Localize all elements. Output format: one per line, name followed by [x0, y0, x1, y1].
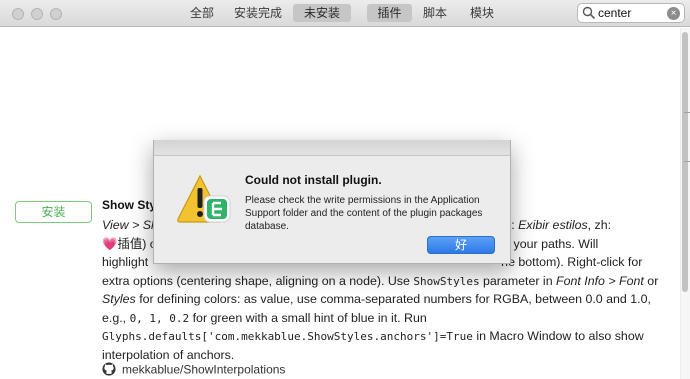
ok-button[interactable]: 好 — [427, 236, 495, 254]
description-text: in Macro Window to also show — [472, 329, 644, 343]
repository-name[interactable]: mekkablue/ShowInterpolations — [122, 363, 285, 377]
description-line: e.g., 0, 1, 0.2 for green with a small h… — [102, 309, 677, 328]
description-line: extra options (centering shape, aligning… — [102, 272, 677, 291]
zoom-window-button[interactable] — [50, 8, 62, 20]
filter-tab-not-installed[interactable]: 未安装 — [293, 4, 351, 22]
code-text: 0, 1, 0.2 — [129, 311, 190, 325]
category-tab-plugins[interactable]: 插件 — [367, 4, 412, 22]
window-toolbar: 全部 安装完成 未安装 插件 脚本 模块 center × — [0, 0, 690, 27]
warning-icon — [176, 173, 232, 232]
description-text: Exibir estilos — [518, 218, 588, 232]
description-text: for green with a small hint of blue in i… — [189, 310, 427, 325]
filter-tab-all[interactable]: 全部 — [184, 4, 220, 22]
code-text: ShowStyles — [413, 274, 480, 288]
description-text: e.g., — [102, 310, 130, 325]
description-text: highlight — [102, 255, 149, 269]
description-text: or — [643, 273, 659, 288]
menu-path-text: View > Sh — [102, 218, 158, 232]
install-button[interactable]: 安装 — [15, 201, 92, 223]
search-icon — [582, 6, 596, 25]
description-text: parameter in — [479, 273, 557, 288]
category-tab-modules[interactable]: 模块 — [461, 4, 503, 22]
heart-icon: 💗 — [102, 236, 118, 251]
dialog-title: Could not install plugin. — [245, 173, 382, 187]
scrollbar-thumb[interactable] — [682, 32, 688, 292]
divider — [684, 161, 690, 162]
divider — [684, 112, 690, 113]
filter-tab-installed[interactable]: 安装完成 — [227, 4, 289, 22]
menu-path-text: Styles — [102, 292, 136, 306]
dialog-message: Please check the write permissions in th… — [245, 195, 483, 232]
github-icon — [102, 362, 116, 379]
dialog-title-strip — [154, 140, 510, 156]
description-text: 插值) o — [117, 236, 157, 251]
minimize-window-button[interactable] — [31, 8, 43, 20]
plugin-title: Show Sty — [102, 198, 157, 212]
search-input[interactable]: center — [598, 6, 631, 21]
close-window-button[interactable] — [12, 8, 24, 20]
description-text: he bottom). Right-click for — [501, 255, 643, 269]
description-text: for defining colors: as value, use comma… — [135, 292, 651, 306]
repository-link[interactable]: mekkablue/ShowInterpolations — [102, 362, 285, 379]
clear-search-icon[interactable]: × — [667, 7, 680, 20]
description-line: Glyphs.defaults['com.mekkablue.ShowStyle… — [102, 327, 677, 346]
description-text: , zh: — [587, 218, 612, 232]
description-text: extra options (centering shape, aligning… — [102, 273, 414, 288]
menu-path-text: Font Info > Font — [556, 273, 644, 288]
description-text: interpolation of anchors. — [102, 347, 235, 362]
code-text: Glyphs.defaults['com.mekkablue.ShowStyle… — [102, 330, 473, 343]
search-field[interactable]: center × — [577, 3, 685, 23]
alert-dialog: Could not install plugin. Please check t… — [153, 140, 511, 264]
category-tab-scripts[interactable]: 脚本 — [416, 4, 454, 22]
description-line: Styles for defining colors: as value, us… — [102, 290, 677, 309]
